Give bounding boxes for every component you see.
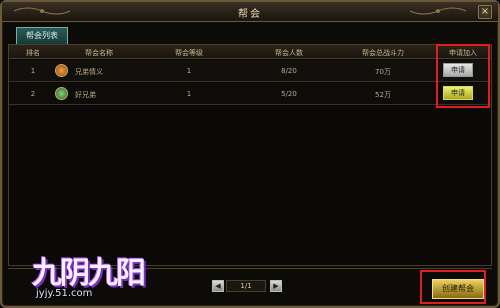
table-row[interactable]: 2 好兄弟 1 5/20 52万 申请 <box>9 83 491 105</box>
tab-guild-list[interactable]: 帮会列表 <box>16 27 68 44</box>
guild-emblem-orange-icon <box>55 64 68 77</box>
close-button[interactable]: × <box>478 5 492 19</box>
logo-url: jyjy.51.com <box>36 288 93 299</box>
guild-table: 排名 帮会名称 帮会等级 帮会人数 帮会总战斗力 申请加入 1 兄弟情义 1 8… <box>8 44 492 266</box>
logo-title: 九阴九阳 <box>32 256 146 291</box>
guild-emblem-green-icon <box>55 87 68 100</box>
table-row[interactable]: 1 兄弟情义 1 8/20 70万 申请 <box>9 60 491 82</box>
tab-bar: 帮会列表 <box>8 24 492 46</box>
header-rank: 排名 <box>26 49 40 57</box>
next-page-button[interactable]: ▶ <box>270 280 282 292</box>
apply-column-highlight <box>436 44 490 108</box>
table-header: 排名 帮会名称 帮会等级 帮会人数 帮会总战斗力 申请加入 <box>9 45 491 59</box>
row-rank: 2 <box>30 90 36 98</box>
row-members: 5/20 <box>281 90 297 98</box>
header-level: 帮会等级 <box>175 49 203 57</box>
row-members: 8/20 <box>281 67 297 75</box>
row-level: 1 <box>186 90 192 98</box>
game-logo: 九阴九阳 jyjy.51.com <box>32 234 162 306</box>
header-members: 帮会人数 <box>275 49 303 57</box>
create-button-highlight <box>420 270 486 304</box>
row-level: 1 <box>186 67 192 75</box>
prev-page-button[interactable]: ◀ <box>212 280 224 292</box>
page-indicator: 1/1 <box>226 280 266 292</box>
row-power: 52万 <box>375 91 391 99</box>
title-ornament-right-icon <box>409 7 467 15</box>
guild-window: 帮会 × 帮会列表 排名 帮会名称 帮会等级 帮会人数 帮会总战斗力 申请加入 … <box>0 0 500 308</box>
row-guild-name: 兄弟情义 <box>75 68 103 76</box>
header-power: 帮会总战斗力 <box>362 49 404 57</box>
header-name: 帮会名称 <box>85 49 113 57</box>
row-guild-name: 好兄弟 <box>75 91 96 99</box>
row-rank: 1 <box>30 67 36 75</box>
title-bar[interactable]: 帮会 × <box>2 2 498 22</box>
row-power: 70万 <box>375 68 391 76</box>
